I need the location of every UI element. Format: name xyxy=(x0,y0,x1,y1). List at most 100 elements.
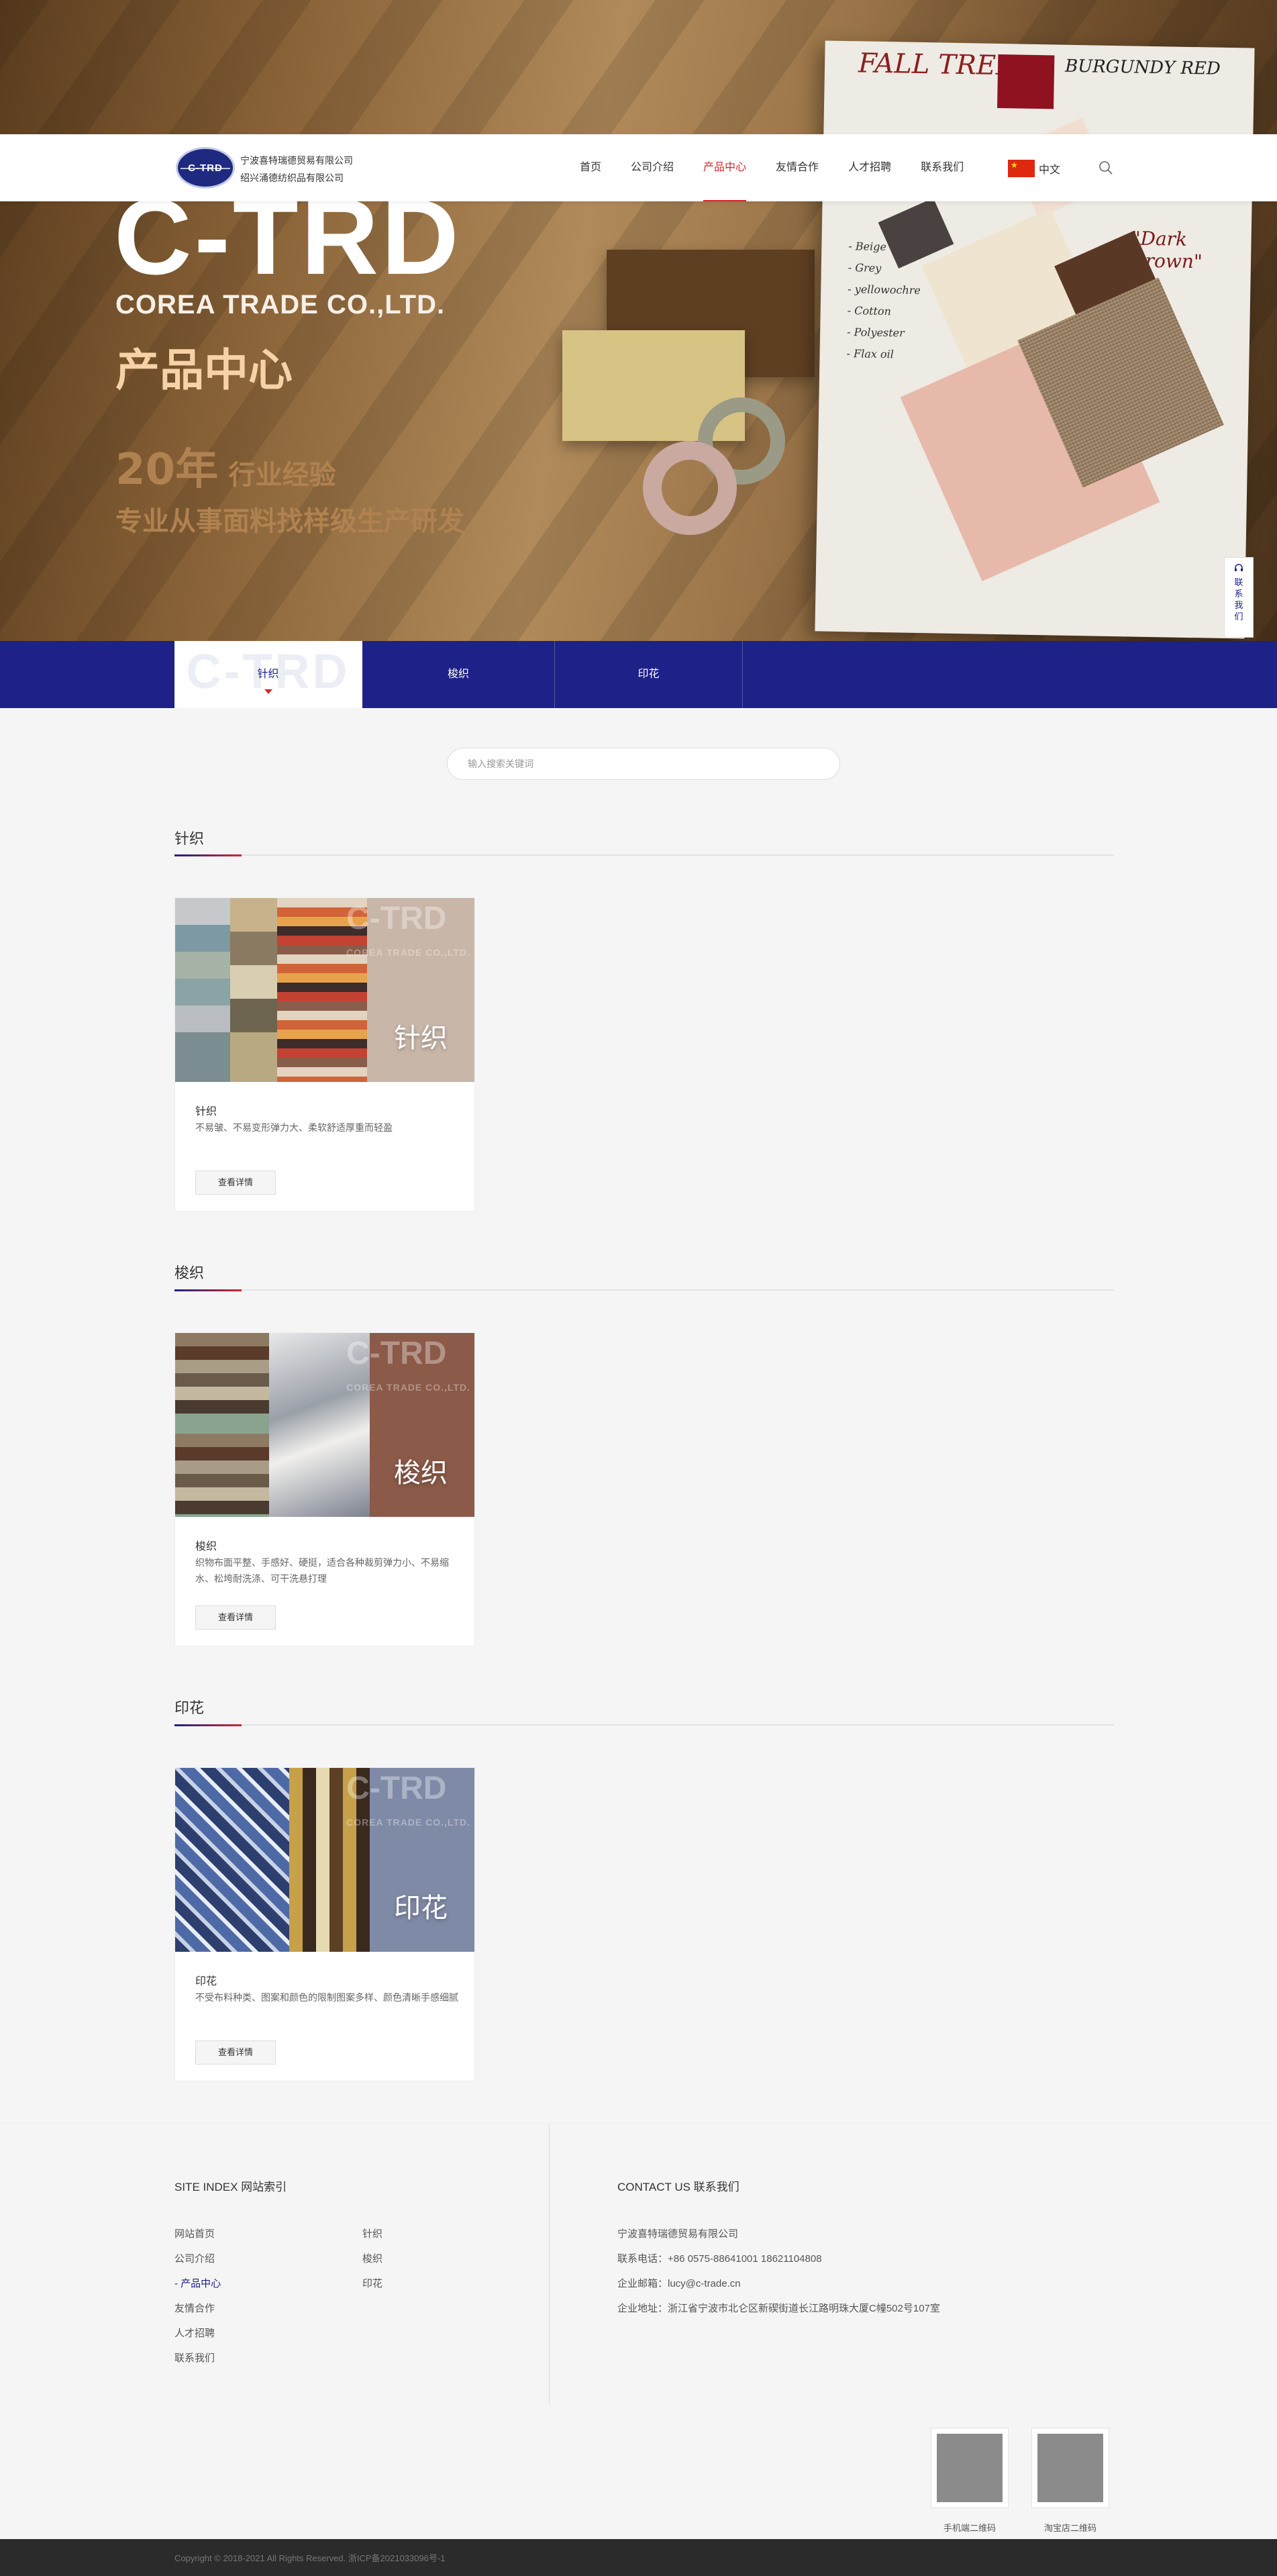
active-indicator-icon xyxy=(264,689,272,694)
fabric-strip xyxy=(230,898,277,1082)
company-names: 宁波喜特瑞德贸易有限公司 绍兴涌德纺织品有限公司 xyxy=(240,152,353,187)
footer-link-careers[interactable]: 人才招聘 xyxy=(174,2326,215,2340)
product-card-print[interactable]: C-TRD COREA TRADE CO.,LTD. 印花 印花 不受布料种类、图… xyxy=(174,1767,475,2081)
product-image: C-TRD COREA TRADE CO.,LTD. 梭织 xyxy=(175,1333,474,1517)
language-switch[interactable]: 中文 xyxy=(1008,160,1060,177)
footer-link-home[interactable]: 网站首页 xyxy=(174,2226,215,2240)
board-note: - Polyester xyxy=(846,326,905,340)
section-divider xyxy=(174,1289,1114,1291)
contact-float-char: 我 xyxy=(1234,600,1243,610)
image-watermark: C-TRD COREA TRADE CO.,LTD. xyxy=(346,1772,470,1839)
footer-link-contact[interactable]: 联系我们 xyxy=(174,2350,215,2365)
board-note: - Flax oil xyxy=(846,347,894,361)
contact-email: 企业邮箱：lucy@c-trade.cn xyxy=(617,2278,741,2289)
product-card-woven[interactable]: C-TRD COREA TRADE CO.,LTD. 梭织 梭织 织物布面平整、手… xyxy=(174,1332,475,1646)
footer-link-partners[interactable]: 友情合作 xyxy=(174,2301,215,2315)
contact-float-char: 系 xyxy=(1234,589,1243,599)
mobile-qr-code xyxy=(931,2428,1009,2508)
site-header: C-TRD 宁波喜特瑞德贸易有限公司 绍兴涌德纺织品有限公司 首页 公司介绍 产… xyxy=(0,134,1277,201)
contact-address: 企业地址：浙江省宁波市北仑区新碶街道长江路明珠大厦C幢502号107室 xyxy=(617,2303,940,2314)
hero-banner: FALL TREND BURGUNDY RED "Dark Brown" - B… xyxy=(0,0,1277,641)
banner-brand-sub: COREA TRADE CO.,LTD. xyxy=(115,290,446,319)
image-label: 印花 xyxy=(394,1893,448,1924)
years-number: 20年 xyxy=(115,445,219,495)
tab-knit[interactable]: C-TRD 针织 xyxy=(174,641,362,708)
watermark-sub: COREA TRADE CO.,LTD. xyxy=(346,1817,470,1828)
section-divider xyxy=(174,1724,1114,1726)
watermark-sub: COREA TRADE CO.,LTD. xyxy=(346,1382,470,1393)
nav-careers[interactable]: 人才招聘 xyxy=(848,134,891,201)
footer-divider xyxy=(549,2124,550,2406)
image-label: 针织 xyxy=(394,1023,448,1054)
banner-page-title: 产品中心 xyxy=(115,344,293,396)
tab-print[interactable]: 印花 xyxy=(555,641,743,708)
qr-label: 淘宝店二维码 xyxy=(1043,2523,1096,2533)
logo-text: C-TRD xyxy=(188,162,223,174)
product-desc: 不受布料种类、图案和颜色的限制图案多样、颜色清晰手感细腻 xyxy=(195,1992,458,2003)
company-name-1: 宁波喜特瑞德贸易有限公司 xyxy=(240,155,353,166)
category-tabs: C-TRD 针织 梭织 印花 xyxy=(0,641,1277,708)
product-card-knit[interactable]: C-TRD COREA TRADE CO.,LTD. 针织 针织 不易皱、不易变形… xyxy=(174,897,475,1211)
section-divider xyxy=(174,854,1114,856)
board-red-swatch xyxy=(997,54,1055,109)
headset-icon xyxy=(1235,564,1243,571)
product-name[interactable]: 梭织 xyxy=(195,1537,217,1553)
language-label: 中文 xyxy=(1039,164,1061,176)
section-title-knit: 针织 xyxy=(174,830,205,847)
tab-label: 针织 xyxy=(257,668,279,680)
qr-label: 手机端二维码 xyxy=(943,2523,996,2533)
image-watermark: C-TRD COREA TRADE CO.,LTD. xyxy=(346,902,470,969)
footer-link-woven[interactable]: 梭织 xyxy=(362,2251,382,2265)
main-nav: 首页 公司介绍 产品中心 友情合作 人才招聘 联系我们 xyxy=(580,134,993,201)
copyright-bar: Copyright © 2018-2021 All Rights Reserve… xyxy=(0,2539,1277,2576)
watermark-main: C-TRD xyxy=(346,1771,447,1806)
banner-tape-roll xyxy=(643,441,737,535)
board-note: - Cotton xyxy=(847,304,892,318)
tab-woven[interactable]: 梭织 xyxy=(362,641,555,708)
china-flag-icon xyxy=(1008,160,1035,177)
board-note: - yellowochre xyxy=(848,283,921,297)
contact-title: CONTACT US 联系我们 xyxy=(617,2181,739,2193)
product-desc: 织物布面平整、手感好、硬挺，适合各种裁剪弹力小、不易缩水、松垮耐洗涤、可干洗悬打… xyxy=(195,1557,449,1584)
fabric-strip xyxy=(175,1768,289,1952)
watermark-sub: COREA TRADE CO.,LTD. xyxy=(346,947,470,958)
search-input[interactable] xyxy=(448,748,839,779)
footer-link-about[interactable]: 公司介绍 xyxy=(174,2251,215,2265)
section-title-woven: 梭织 xyxy=(174,1265,205,1281)
nav-contact[interactable]: 联系我们 xyxy=(921,134,964,201)
contact-float-char: 们 xyxy=(1234,611,1243,622)
site-footer: SITE INDEX 网站索引 CONTACT US 联系我们 网站首页 公司介… xyxy=(0,2123,1277,2539)
footer-link-products[interactable]: - 产品中心 xyxy=(174,2276,221,2290)
footer-link-knit[interactable]: 针织 xyxy=(362,2226,382,2240)
view-details-button[interactable]: 查看详情 xyxy=(195,2040,276,2065)
nav-products[interactable]: 产品中心 xyxy=(703,134,747,201)
product-search xyxy=(447,748,840,780)
company-logo[interactable]: C-TRD xyxy=(176,147,235,189)
slogan-text: 专业从事面料找样级生产研发 xyxy=(115,506,464,537)
view-details-button[interactable]: 查看详情 xyxy=(195,1605,276,1630)
section-title-print: 印花 xyxy=(174,1699,205,1716)
contact-phone: 联系电话：+86 0575-88641001 18621104808 xyxy=(617,2253,822,2265)
taobao-qr-code xyxy=(1031,2428,1109,2508)
banner-slogan: 20年 行业经验 专业从事面料找样级生产研发 xyxy=(115,435,464,538)
footer-link-print[interactable]: 印花 xyxy=(362,2276,382,2290)
years-text: 行业经验 xyxy=(228,460,336,491)
qr-image xyxy=(1037,2434,1103,2502)
product-image: C-TRD COREA TRADE CO.,LTD. 针织 xyxy=(175,898,474,1082)
nav-about[interactable]: 公司介绍 xyxy=(631,134,674,201)
watermark-main: C-TRD xyxy=(346,1336,447,1371)
nav-home[interactable]: 首页 xyxy=(580,134,601,201)
contact-us-float[interactable]: 联 系 我 们 xyxy=(1224,557,1254,638)
image-label: 梭织 xyxy=(394,1458,448,1489)
nav-partners[interactable]: 友情合作 xyxy=(776,134,819,201)
watermark-main: C-TRD xyxy=(346,901,447,936)
product-name[interactable]: 印花 xyxy=(195,1972,217,1988)
product-name[interactable]: 针织 xyxy=(195,1102,217,1118)
search-icon[interactable] xyxy=(1098,160,1114,176)
product-image: C-TRD COREA TRADE CO.,LTD. 印花 xyxy=(175,1768,474,1952)
copyright-text: Copyright © 2018-2021 All Rights Reserve… xyxy=(174,2553,446,2563)
board-red-label: BURGUNDY RED xyxy=(1064,56,1221,79)
product-desc: 不易皱、不易变形弹力大、柔软舒适厚重而轻盈 xyxy=(195,1122,393,1133)
image-watermark: C-TRD COREA TRADE CO.,LTD. xyxy=(346,1337,470,1404)
view-details-button[interactable]: 查看详情 xyxy=(195,1171,276,1195)
